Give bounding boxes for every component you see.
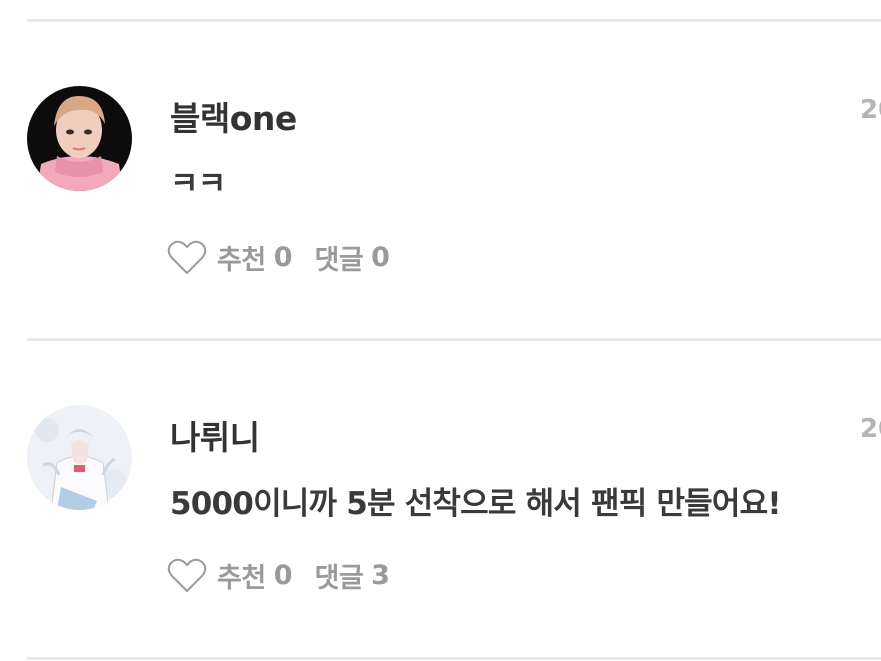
avatar[interactable]: [27, 86, 132, 191]
reply-button[interactable]: 댓글 3: [314, 556, 389, 595]
comment-actions: 추천 0 댓글 0: [167, 237, 390, 277]
like-count: 0: [273, 559, 293, 591]
like-button[interactable]: 추천 0: [167, 556, 292, 595]
like-count: 0: [273, 241, 293, 273]
avatar[interactable]: [27, 405, 132, 510]
reply-label: 댓글: [314, 244, 364, 276]
top-divider: [27, 19, 881, 22]
username[interactable]: 나뤼니: [170, 411, 260, 459]
username[interactable]: 블랙one: [170, 92, 297, 140]
comment-date: 20: [860, 414, 881, 444]
reply-label: 댓글: [314, 562, 364, 594]
heart-outline-icon: [167, 240, 207, 275]
like-label: 추천: [217, 562, 266, 594]
reply-count: 0: [371, 241, 390, 273]
comment-text: 5000이니까 5분 선착으로 해서 팬픽 만들어요!: [170, 486, 781, 522]
like-label: 추천: [217, 244, 266, 276]
heart-outline-icon: [167, 558, 207, 593]
bottom-divider: [27, 657, 881, 660]
like-button[interactable]: 추천 0: [167, 238, 292, 277]
comment-actions: 추천 0 댓글 3: [167, 555, 390, 595]
comment-date: 20: [860, 95, 881, 125]
reply-button[interactable]: 댓글 0: [314, 238, 389, 277]
reply-count: 3: [371, 559, 390, 591]
user-avatar-icon: [27, 405, 132, 510]
comment-divider: [27, 338, 881, 341]
comment-text: ㅋㅋ: [170, 166, 226, 202]
user-avatar-icon: [27, 86, 132, 191]
